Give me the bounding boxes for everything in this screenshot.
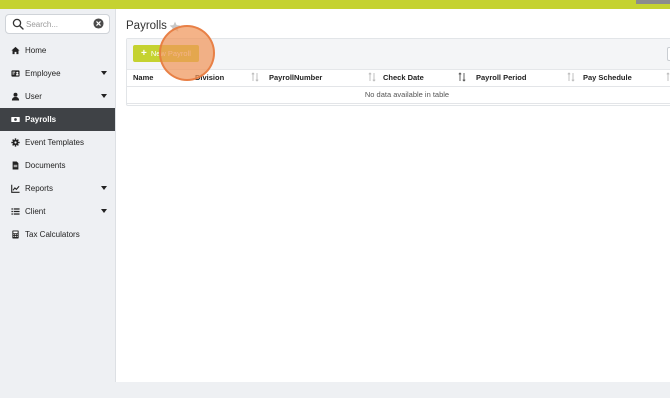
sidebar-item-user[interactable]: User: [0, 85, 115, 108]
sidebar-item-label: Tax Calculators: [25, 230, 80, 239]
list-icon: [11, 208, 20, 215]
search-input[interactable]: [26, 17, 90, 31]
chevron-down-icon: [101, 71, 107, 75]
search-icon: [12, 18, 24, 30]
id-card-icon: [11, 70, 20, 77]
sidebar-item-label: Event Templates: [25, 138, 84, 147]
plus-icon: +: [141, 47, 147, 59]
sidebar-item-home[interactable]: Home: [0, 39, 115, 62]
table-header: Name Division PayrollNumber Check Date P…: [127, 69, 670, 87]
sort-icon[interactable]: [666, 72, 670, 82]
column-header-pay-schedule[interactable]: Pay Schedule: [583, 69, 632, 86]
column-header-payroll-period[interactable]: Payroll Period: [476, 69, 526, 86]
chevron-down-icon: [101, 94, 107, 98]
sidebar-item-reports[interactable]: Reports: [0, 177, 115, 200]
sidebar: Home Employee User: [0, 9, 116, 382]
empty-table-message: No data available in table: [364, 90, 450, 99]
sort-icon[interactable]: [368, 72, 376, 82]
home-icon: [11, 46, 20, 55]
gear-icon: [11, 138, 20, 147]
chevron-down-icon: [101, 186, 107, 190]
chevron-down-icon: [101, 209, 107, 213]
table-empty-row: No data available in table: [127, 87, 670, 104]
sidebar-item-label: User: [25, 92, 42, 101]
page-title: Payrolls: [126, 20, 167, 32]
payrolls-table: Name Division PayrollNumber Check Date P…: [127, 69, 670, 104]
search-box[interactable]: [5, 14, 110, 34]
sidebar-item-label: Employee: [25, 69, 61, 78]
sidebar-item-tax-calculators[interactable]: Tax Calculators: [0, 223, 115, 246]
sidebar-item-client[interactable]: Client: [0, 200, 115, 223]
sidebar-item-label: Client: [25, 207, 46, 216]
money-bill-icon: [11, 116, 20, 123]
sidebar-item-employee[interactable]: Employee: [0, 62, 115, 85]
bottom-bar: [0, 382, 670, 398]
column-header-name[interactable]: Name: [133, 69, 153, 86]
sort-icon[interactable]: [251, 72, 259, 82]
sidebar-item-payrolls[interactable]: Payrolls: [0, 108, 115, 131]
sort-desc-icon[interactable]: [458, 72, 466, 82]
column-header-payroll-number[interactable]: PayrollNumber: [269, 69, 322, 86]
document-icon: [12, 161, 19, 170]
sidebar-item-label: Reports: [25, 184, 54, 193]
top-right-corner-tab: [636, 0, 670, 4]
sort-icon[interactable]: [567, 72, 575, 82]
clear-search-icon[interactable]: [93, 18, 104, 29]
sidebar-item-label: Home: [25, 46, 47, 55]
sidebar-item-documents[interactable]: Documents: [0, 154, 115, 177]
calculator-icon: [12, 230, 19, 239]
user-icon: [11, 92, 20, 101]
sidebar-item-label: Payrolls: [25, 115, 57, 124]
sidebar-nav: Home Employee User Payrolls Event Templa…: [0, 39, 115, 246]
click-highlight: [159, 25, 215, 81]
sidebar-item-label: Documents: [25, 161, 66, 170]
sidebar-item-event-templates[interactable]: Event Templates: [0, 131, 115, 154]
top-accent-bar: [0, 0, 670, 9]
line-chart-icon: [11, 184, 20, 193]
column-header-check-date[interactable]: Check Date: [383, 69, 424, 86]
